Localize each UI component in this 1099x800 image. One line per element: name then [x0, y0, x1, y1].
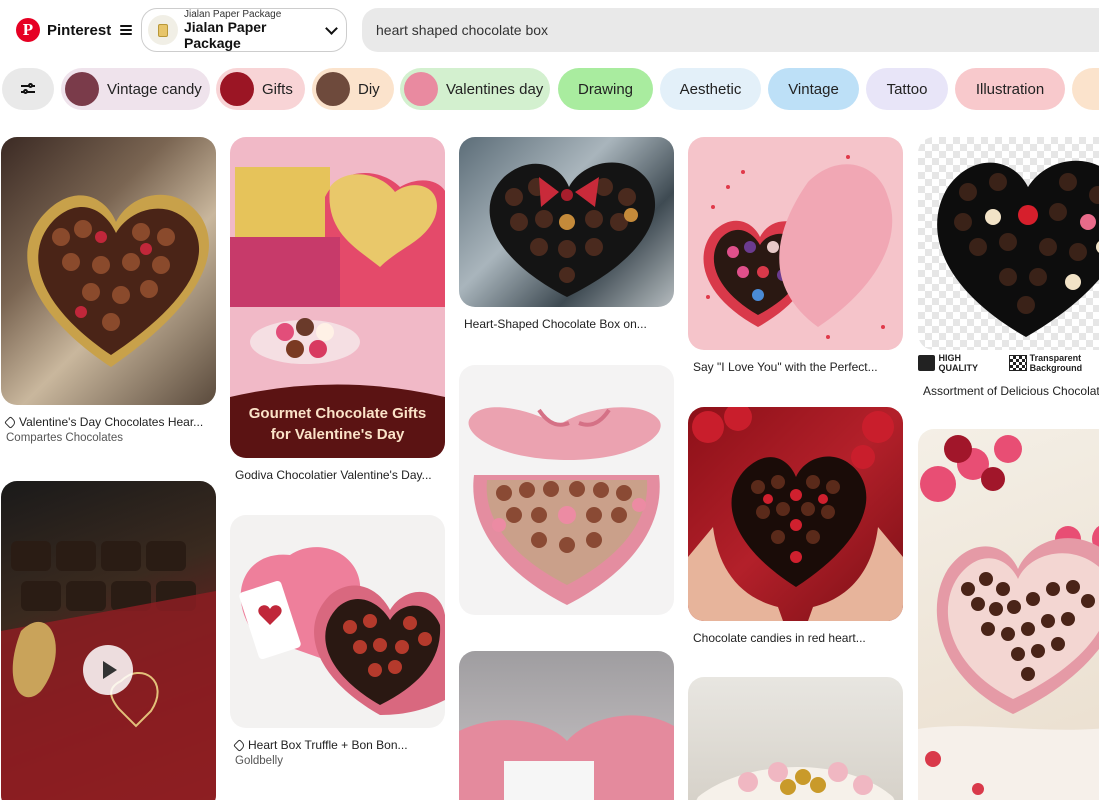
love-heart-box-illustration — [703, 155, 893, 339]
chip-thumbnail — [220, 72, 254, 106]
avatar — [148, 15, 178, 45]
heart-box-illustration — [27, 194, 209, 367]
hands-holding-box-illustration — [688, 407, 903, 621]
search-input[interactable] — [376, 22, 976, 38]
pin-image[interactable] — [230, 515, 445, 728]
chip-vintage-candy[interactable]: Vintage candy — [61, 68, 210, 110]
hd-icon — [918, 355, 936, 371]
filter-chips: Vintage candy Gifts Diy Valentines day D… — [0, 68, 1099, 112]
chip-illustration[interactable]: Illustration — [955, 68, 1065, 110]
chip-more[interactable] — [1072, 68, 1099, 110]
chip-label: Aesthetic — [679, 80, 742, 98]
pin-image[interactable] — [1, 137, 216, 405]
tag-icon — [233, 739, 246, 752]
chip-vintage[interactable]: Vintage — [768, 68, 859, 110]
pin-card[interactable] — [459, 365, 674, 615]
pin-source: Compartes Chocolates — [6, 432, 123, 444]
pin-caption: Heart Box Truffle + Bon Bon... — [230, 738, 440, 752]
pin-image[interactable] — [688, 407, 903, 621]
pin-image[interactable]: Gourmet Chocolate Gifts for Valentine's … — [230, 137, 445, 458]
pin-card[interactable]: Say "I Love You" with the Perfect... — [688, 137, 903, 374]
chip-valentines-day[interactable]: Valentines day — [400, 68, 550, 110]
search-bar[interactable] — [362, 8, 1099, 52]
pin-card[interactable]: Chocolate candies in red heart... — [688, 407, 903, 645]
brand-name: Pinterest — [47, 21, 112, 39]
play-icon — [103, 661, 117, 679]
chip-diy[interactable]: Diy — [312, 68, 394, 110]
pin-caption: Chocolate candies in red heart... — [693, 631, 866, 645]
heart-box-with-bow-illustration — [489, 162, 656, 297]
chip-label: Valentines day — [446, 80, 544, 98]
pin-card[interactable]: Valentine's Day Chocolates Hear... Compa… — [1, 137, 216, 444]
pin-badges: HIGH QUALITY Transparent Background — [918, 353, 1099, 373]
pin-card[interactable]: Heart-Shaped Chocolate Box on... — [459, 137, 674, 331]
menu-icon[interactable] — [120, 25, 133, 35]
pin-image[interactable] — [918, 137, 1099, 350]
tag-icon — [4, 416, 17, 429]
pin-card[interactable]: HIGH QUALITY Transparent Background Asso… — [918, 137, 1099, 398]
chip-tattoo[interactable]: Tattoo — [866, 68, 948, 110]
account-switcher[interactable]: Jialan Paper Package Jialan Paper Packag… — [141, 8, 347, 52]
transparent-badge: Transparent Background — [1009, 353, 1099, 373]
pin-card[interactable] — [918, 429, 1099, 800]
pin-image[interactable] — [459, 365, 674, 615]
chip-drawing[interactable]: Drawing — [558, 68, 653, 110]
chip-label: Vintage — [788, 80, 839, 98]
chip-label: Vintage candy — [107, 80, 202, 98]
chip-label: Illustration — [975, 80, 1045, 98]
play-video-button[interactable] — [83, 645, 133, 695]
pin-card[interactable]: Heart Box Truffle + Bon Bon... Goldbelly — [230, 515, 445, 767]
pin-caption: Valentine's Day Chocolates Hear... — [1, 415, 211, 429]
chip-gifts[interactable]: Gifts — [216, 68, 305, 110]
pin-image[interactable] — [688, 137, 903, 350]
checkerboard-icon — [1009, 355, 1027, 371]
pinterest-home-link[interactable]: P Pinterest — [16, 16, 133, 44]
account-name: Jialan Paper Package — [184, 19, 267, 51]
pin-image[interactable] — [918, 429, 1099, 800]
chocolate-roses-illustration — [696, 762, 895, 800]
chip-label: Gifts — [262, 80, 293, 98]
chevron-down-icon — [325, 21, 338, 35]
high-quality-badge: HIGH QUALITY — [918, 353, 1001, 373]
chocolate-tray-illustration — [1, 541, 216, 800]
pin-image[interactable] — [688, 677, 903, 800]
pin-card[interactable]: Gourmet Chocolate Gifts for Valentine's … — [230, 137, 445, 482]
pin-caption: Godiva Chocolatier Valentine's Day... — [235, 468, 432, 482]
chip-thumbnail — [316, 72, 350, 106]
pin-card[interactable] — [688, 677, 903, 800]
pin-card[interactable] — [459, 651, 674, 800]
black-heart-box-illustration — [937, 160, 1099, 337]
header: P Pinterest Jialan Paper Package Jialan … — [0, 0, 1099, 62]
chip-thumbnail — [404, 72, 438, 106]
chip-label: Diy — [358, 80, 380, 98]
pin-image[interactable] — [459, 137, 674, 307]
pin-image[interactable] — [1, 481, 216, 800]
chip-aesthetic[interactable]: Aesthetic — [660, 68, 761, 110]
pin-source: Goldbelly — [235, 755, 283, 767]
shopping-bag-icon — [158, 23, 168, 37]
pin-image[interactable] — [459, 651, 674, 800]
chip-label: Tattoo — [886, 80, 928, 98]
pin-caption: Assortment of Delicious Chocolates — [923, 384, 1099, 398]
chip-label: Drawing — [577, 80, 634, 98]
pink-box-illustration — [459, 715, 674, 800]
pin-overlay-text: Gourmet Chocolate Gifts for Valentine's … — [248, 405, 427, 443]
pin-caption: Say "I Love You" with the Perfect... — [693, 360, 878, 374]
pink-heart-box-illustration — [468, 407, 661, 605]
pin-caption: Heart-Shaped Chocolate Box on... — [464, 317, 647, 331]
pin-card[interactable] — [1, 481, 216, 800]
heart-truffle-box-illustration — [239, 547, 445, 715]
pinterest-logo-icon: P — [16, 18, 40, 42]
chip-thumbnail — [65, 72, 99, 106]
roses-heart-box-illustration — [918, 435, 1099, 800]
